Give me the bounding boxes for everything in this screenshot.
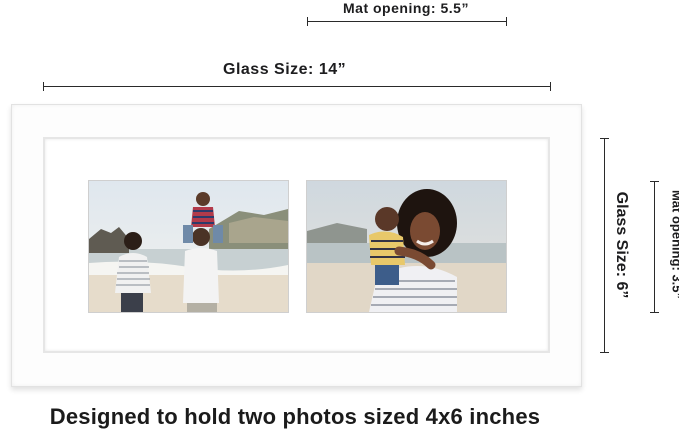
mother-child-image	[307, 181, 506, 312]
photo-left	[88, 180, 289, 313]
glass-height-label: Glass Size: 6”	[613, 191, 630, 299]
photo-right	[306, 180, 507, 313]
beach-family-image	[89, 181, 288, 312]
mat-opening-width-label: Mat opening: 5.5”	[343, 0, 469, 16]
product-caption: Designed to hold two photos sized 4x6 in…	[49, 404, 541, 429]
glass-height-line	[600, 138, 609, 353]
glass-width-label: Glass Size: 14”	[223, 61, 347, 78]
glass-width-line	[43, 82, 551, 91]
mat-opening-width-line	[307, 17, 507, 26]
mat-opening-height-label: Mat opening: 3.5”	[669, 189, 679, 300]
mat-opening-height-line	[650, 181, 659, 313]
